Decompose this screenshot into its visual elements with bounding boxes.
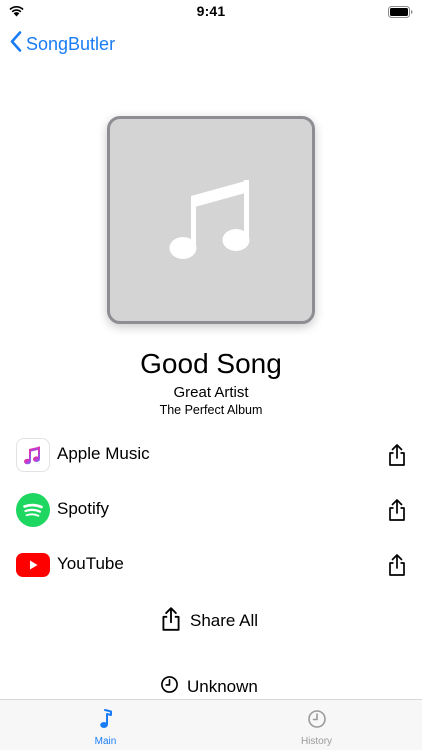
tab-bar: Main History — [0, 699, 422, 750]
share-icon[interactable] — [386, 552, 408, 578]
back-button[interactable]: SongButler — [10, 30, 115, 58]
back-button-label: SongButler — [26, 33, 116, 54]
status-time: 9:41 — [196, 3, 226, 19]
music-note-icon — [99, 709, 113, 734]
spotify-icon — [16, 493, 50, 527]
tab-label: History — [300, 736, 333, 747]
youtube-icon — [16, 553, 50, 577]
battery-icon — [388, 5, 413, 23]
status-bar: 9:41 — [0, 0, 422, 22]
share-icon[interactable] — [386, 442, 408, 468]
share-all-button[interactable]: Share All — [160, 606, 259, 637]
song-album: The Perfect Album — [159, 403, 263, 417]
clock-icon — [307, 709, 327, 734]
service-row-spotify[interactable]: Spotify — [0, 485, 422, 535]
song-artist: Great Artist — [173, 384, 249, 401]
tab-history[interactable]: History — [211, 700, 422, 750]
tab-label: Main — [94, 736, 117, 747]
service-row-youtube[interactable]: YouTube — [0, 540, 422, 590]
chevron-left-icon — [10, 31, 22, 57]
share-icon[interactable] — [386, 497, 408, 523]
share-icon — [160, 606, 182, 637]
service-label: Spotify — [57, 499, 109, 518]
service-label: Apple Music — [57, 444, 150, 463]
share-all-label: Share All — [190, 611, 259, 630]
music-note-icon — [169, 170, 253, 271]
song-title: Good Song — [140, 348, 282, 379]
album-artwork — [107, 116, 315, 324]
service-label: YouTube — [57, 554, 124, 573]
status-indicator: Unknown — [160, 675, 258, 699]
apple-music-icon — [16, 438, 50, 472]
service-row-apple-music[interactable]: Apple Music — [0, 430, 422, 480]
status-label: Unknown — [187, 677, 258, 696]
clock-icon — [160, 675, 179, 699]
tab-main[interactable]: Main — [0, 700, 211, 750]
